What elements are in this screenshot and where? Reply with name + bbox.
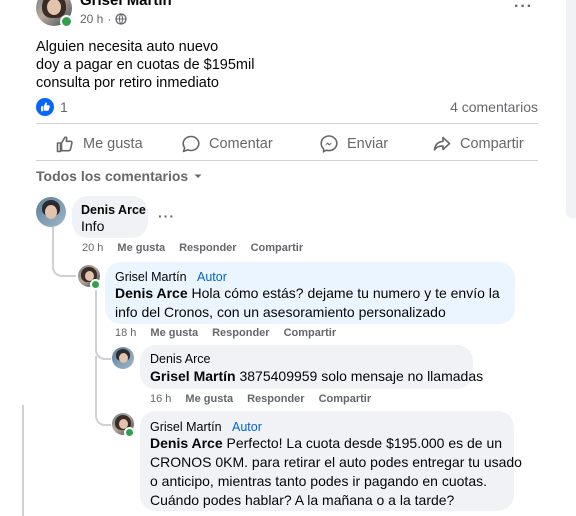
like-button-label: Me gusta xyxy=(83,136,143,152)
reactions-count: 1 xyxy=(60,99,68,115)
mention-link[interactable]: Denis Arce xyxy=(150,435,223,451)
author-badge: Autor xyxy=(197,270,227,284)
comment-share-link[interactable]: Compartir xyxy=(319,393,372,405)
send-button-label: Enviar xyxy=(347,136,389,152)
comment-author[interactable]: Grisel Martín xyxy=(115,270,187,284)
scrollbar-track[interactable] xyxy=(566,0,576,218)
like-button[interactable]: Me gusta xyxy=(55,133,143,155)
comment-line: o anticipo, mientras tanto podes ir paga… xyxy=(150,473,487,489)
share-arrow-icon xyxy=(433,136,451,151)
comment-reply-link[interactable]: Responder xyxy=(247,393,304,405)
comment-line: info del Cronos, con un asesoramiento pe… xyxy=(115,304,446,320)
mention-link[interactable]: Denis Arce xyxy=(115,285,188,301)
comments-filter-label: Todos los comentarios xyxy=(36,168,189,184)
divider xyxy=(36,123,538,124)
comment-button-label: Comentar xyxy=(209,136,273,152)
thread-connector xyxy=(95,356,111,426)
thumbs-up-icon xyxy=(56,136,73,153)
online-status-dot xyxy=(60,15,73,28)
comments-filter[interactable]: Todos los comentarios xyxy=(36,168,204,184)
comment-text: Denis Arce Perfecto! La cuota desde $195… xyxy=(150,434,522,510)
thread-line xyxy=(22,405,24,516)
comment-bubble: Grisel Martín Autor Denis Arce Hola cómo… xyxy=(105,262,515,324)
comment-icon xyxy=(182,135,200,153)
thread-line xyxy=(52,227,54,257)
comment-time[interactable]: 16 h xyxy=(150,393,171,405)
comment-author[interactable]: Denis Arce xyxy=(150,352,210,366)
like-reaction-icon xyxy=(36,98,54,116)
comment-author[interactable]: Denis Arce xyxy=(81,203,146,217)
comment-time[interactable]: 20 h xyxy=(82,242,103,254)
chevron-down-icon xyxy=(194,174,202,178)
comment-share-link[interactable]: Compartir xyxy=(251,242,304,254)
comment-author[interactable]: Grisel Martín xyxy=(150,420,222,434)
comment-actions: 16 h Me gusta Responder Compartir xyxy=(150,393,385,405)
comment-time[interactable]: 18 h xyxy=(115,327,136,339)
messenger-icon xyxy=(320,135,338,154)
comment-line: Cuándo podes hablar? A la mañana o a la … xyxy=(150,492,455,508)
comment-line-text: Hola cómo estás? dejame tu numero y te e… xyxy=(187,285,500,301)
divider xyxy=(36,160,538,161)
comment-like-link[interactable]: Me gusta xyxy=(150,327,198,339)
comment-button[interactable]: Comentar xyxy=(181,133,273,155)
share-button-label: Compartir xyxy=(460,136,524,152)
comment-line: CRONOS 0KM. para retirar el auto podes e… xyxy=(150,454,522,470)
comment-line: Denis Arce Hola cómo estás? dejame tu nu… xyxy=(115,284,511,303)
reactions-summary[interactable]: 1 xyxy=(36,98,68,116)
post-line: Alguien necesita auto nuevo xyxy=(36,39,219,55)
comment-options-icon[interactable]: ··· xyxy=(158,208,175,224)
post-time[interactable]: 20 h xyxy=(80,12,103,26)
post-meta: 20 h · xyxy=(80,12,128,26)
globe-icon xyxy=(115,13,128,25)
comment-bubble: Denis Arce Info xyxy=(72,196,148,238)
comment-text: Denis Arce Hola cómo estás? dejame tu nu… xyxy=(115,284,511,322)
comment-line-text: 3875409959 solo mensaje no llamadas xyxy=(235,368,484,384)
mention-link[interactable]: Grisel Martín xyxy=(150,368,236,384)
author-badge: Autor xyxy=(232,420,262,434)
commenter-avatar[interactable] xyxy=(36,197,66,227)
comment-like-link[interactable]: Me gusta xyxy=(185,393,233,405)
post-text: Alguien necesita auto nuevo doy a pagar … xyxy=(36,38,254,92)
commenter-avatar[interactable] xyxy=(112,347,134,369)
comment-line-text: Perfecto! La cuota desde $195.000 es de … xyxy=(222,435,503,451)
send-button[interactable]: Enviar xyxy=(319,133,388,155)
comments-count[interactable]: 4 comentarios xyxy=(450,99,538,115)
comment-bubble: Denis Arce Grisel Martín 3875409959 solo… xyxy=(140,345,483,389)
comment-line: Denis Arce Perfecto! La cuota desde $195… xyxy=(150,434,510,453)
comment-actions: 18 h Me gusta Responder Compartir xyxy=(115,327,350,339)
comment-like-link[interactable]: Me gusta xyxy=(117,242,165,254)
thread-connector xyxy=(52,255,76,277)
comment-reply-link[interactable]: Responder xyxy=(179,242,236,254)
comment-actions: 20 h Me gusta Responder Compartir xyxy=(82,242,317,254)
comment-text: Info xyxy=(81,218,105,234)
comment-bubble: Grisel Martín Autor Denis Arce Perfecto!… xyxy=(140,411,522,511)
post-line: consulta por retiro inmediato xyxy=(36,75,219,91)
comment-text: Grisel Martín 3875409959 solo mensaje no… xyxy=(150,367,483,386)
online-status-dot xyxy=(124,427,135,438)
share-button[interactable]: Compartir xyxy=(432,133,524,155)
comment-reply-link[interactable]: Responder xyxy=(212,327,269,339)
post-author-name[interactable]: Grisel Martín xyxy=(80,0,172,9)
online-status-dot xyxy=(90,279,101,290)
post-line: doy a pagar en cuotas de $195mil xyxy=(36,57,255,73)
comment-share-link[interactable]: Compartir xyxy=(284,327,337,339)
post-options-icon[interactable]: ··· xyxy=(514,0,533,16)
